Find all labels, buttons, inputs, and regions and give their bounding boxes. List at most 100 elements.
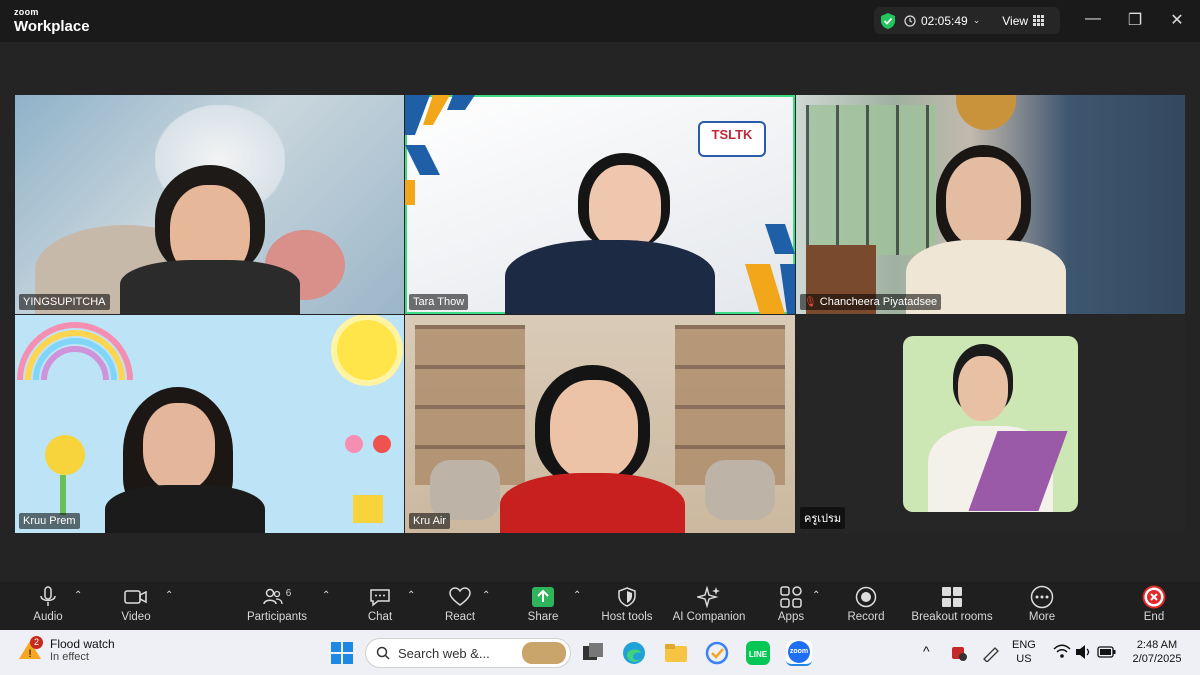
record-button[interactable]: Record [821,584,911,623]
edge-browser-icon[interactable] [621,640,647,666]
background-decoration-2 [745,224,795,314]
meeting-info-group: 02:05:49 ⌄ View [874,7,1060,34]
participant-body [500,473,685,533]
weather-title: Flood watch [50,637,115,651]
windows-start-icon[interactable] [329,640,355,666]
participant-body [120,260,300,314]
participant-name-tag: YINGSUPITCHA [19,294,110,310]
participant-name-tag: Kru Air [409,513,451,529]
participant-name-tag: Tara Thow [409,294,469,310]
pen-input-icon[interactable] [981,644,1001,662]
participant-body [105,485,265,533]
participants-button[interactable]: 6 Participants [232,584,322,624]
participants-options-caret[interactable]: ⌃ [322,590,330,601]
video-tile-tara-thow[interactable]: TSLTK Tara Thow [405,95,795,314]
weather-widget[interactable]: ! 2 Flood watch In effect [18,636,115,663]
participant-face [550,380,638,480]
security-tray-icon[interactable] [950,644,968,662]
end-button[interactable]: End [1109,584,1199,623]
participants-icon [262,588,283,605]
region-code: US [1016,653,1032,666]
react-options-caret[interactable]: ⌃ [482,590,490,601]
taskbar-search[interactable]: Search web &... [365,638,571,668]
tray-overflow-chevron-icon[interactable]: ^ [923,642,930,660]
school-logo-text: TSLTK [711,127,753,142]
timer-text: 02:05:49 [921,13,968,28]
line-app-icon[interactable]: LINE [745,640,771,666]
search-placeholder: Search web &... [398,645,490,661]
audio-options-caret[interactable]: ⌃ [74,590,82,601]
sunflower-stem [60,475,66,515]
background-decoration [405,95,475,205]
task-view-icon[interactable] [580,640,606,666]
ai-companion-label: AI Companion [672,611,746,623]
view-label: View [1002,13,1029,28]
restore-button[interactable]: ❐ [1124,10,1146,30]
search-highlight-image [522,642,566,664]
record-label: Record [847,611,885,623]
minimize-button[interactable]: — [1082,10,1104,28]
meeting-toolbar: Audio ⌃ Video ⌃ 6 Participants ⌃ Chat ⌃ … [0,582,1200,630]
background-armchair-2 [705,460,775,520]
background-lamp [956,95,1016,130]
video-tile-kru-air[interactable]: Kru Air [405,315,795,533]
ai-companion-button[interactable]: AI Companion [664,584,754,623]
more-label: More [1028,611,1056,623]
file-explorer-icon[interactable] [663,640,689,666]
participant-face [143,403,215,491]
language-code: ENG [1012,639,1036,651]
search-icon [376,646,390,660]
language-indicator[interactable]: ENG US [1012,638,1036,667]
microphone-icon [40,586,56,606]
meeting-timer[interactable]: 02:05:49 ⌄ [904,14,980,28]
shield-icon [618,587,636,607]
participant-name-tag: ครูเปรม [800,507,846,529]
battery-icon[interactable] [1097,645,1117,659]
svg-text:LINE: LINE [749,650,768,659]
audio-label: Audio [33,611,63,623]
svg-text:!: ! [28,648,31,660]
zoom-logo: zoom Workplace [14,8,90,35]
encryption-shield-icon[interactable] [880,12,896,30]
windows-taskbar: ! 2 Flood watch In effect Search web &..… [0,630,1200,675]
breakout-rooms-label: Breakout rooms [911,611,993,623]
title-bar: zoom Workplace 02:05:49 ⌄ View — ❐ ✕ [0,0,1200,42]
participant-name-tag: 🎙︎ Chancheera Piyatadsee [800,294,942,310]
chevron-down-icon: ⌄ [972,15,981,25]
sunflower-sticker [45,435,85,475]
video-tile-chancheera[interactable]: 🎙︎ Chancheera Piyatadsee [796,95,1185,314]
weather-alert-icon: ! 2 [18,636,43,662]
share-options-caret[interactable]: ⌃ [573,590,581,601]
video-tile-yingsupitcha[interactable]: YINGSUPITCHA [15,95,404,314]
zoom-taskbar-icon[interactable]: zoom [786,640,812,666]
todo-app-icon[interactable] [704,640,730,666]
participant-body [505,240,715,314]
sparkle-icon [697,586,720,608]
wifi-icon[interactable] [1053,644,1071,660]
host-tools-button[interactable]: Host tools [582,584,672,623]
chat-icon [370,589,390,607]
record-icon [855,586,877,608]
volume-icon[interactable] [1075,644,1093,660]
apps-options-caret[interactable]: ⌃ [812,590,820,601]
react-button[interactable]: React [415,584,505,623]
more-button[interactable]: More [997,584,1087,623]
video-gallery: YINGSUPITCHA TSLTK Tara Thow 🎙︎ Chanchee… [0,42,1200,582]
apps-label: Apps [777,611,805,623]
share-screen-icon [532,587,554,607]
view-button[interactable]: View [1002,13,1045,28]
close-button[interactable]: ✕ [1166,10,1188,30]
sun-sticker [337,320,397,380]
participant-face [946,157,1021,247]
video-tile-kruu-prem[interactable]: Kruu Prem [15,315,404,533]
video-options-caret[interactable]: ⌃ [165,590,173,601]
background-armchair [430,460,500,520]
clock-date: 2/07/2025 [1132,653,1182,666]
participants-label: Participants [246,611,308,623]
participant-name-text: Chancheera Piyatadsee [819,296,938,308]
host-tools-label: Host tools [601,611,653,623]
video-tile-kru-prem-thai[interactable]: ครูเปรม [796,315,1185,533]
breakout-rooms-button[interactable]: Breakout rooms [907,584,997,623]
clock-area[interactable]: 2:48 AM 2/07/2025 [1128,638,1186,667]
end-label: End [1143,611,1165,623]
